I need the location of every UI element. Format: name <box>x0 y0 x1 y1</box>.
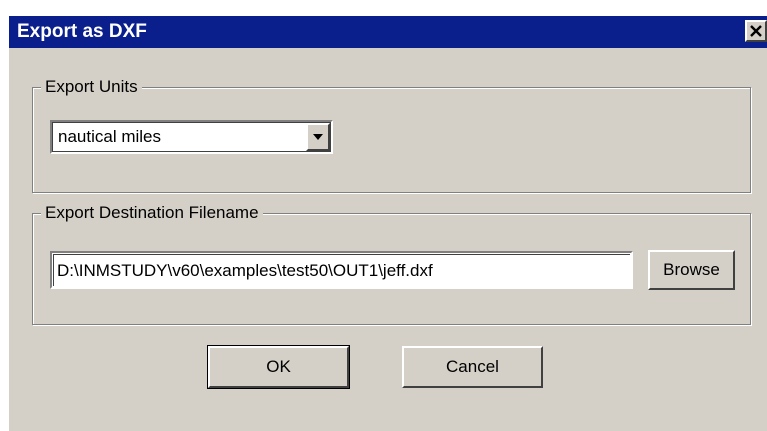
export-dxf-dialog: Export as DXF Export Units nautical mile… <box>8 15 767 431</box>
export-destination-label: Export Destination Filename <box>41 202 263 224</box>
filename-input[interactable] <box>53 254 630 286</box>
close-icon <box>750 25 762 37</box>
title-bar[interactable]: Export as DXF <box>9 16 767 48</box>
ok-button[interactable]: OK <box>207 345 350 389</box>
export-destination-group: Export Destination Filename Browse <box>32 202 751 325</box>
dropdown-arrow-button[interactable] <box>306 123 330 151</box>
export-units-group: Export Units nautical miles <box>32 76 751 193</box>
filename-field[interactable] <box>50 251 633 289</box>
export-units-dropdown[interactable]: nautical miles <box>50 120 333 154</box>
dialog-title: Export as DXF <box>17 21 147 42</box>
browse-button[interactable]: Browse <box>648 250 735 290</box>
cancel-button[interactable]: Cancel <box>402 346 543 388</box>
export-units-selected: nautical miles <box>58 127 161 146</box>
close-button[interactable] <box>745 20 767 42</box>
chevron-down-icon <box>313 134 323 140</box>
export-units-label: Export Units <box>41 76 142 98</box>
